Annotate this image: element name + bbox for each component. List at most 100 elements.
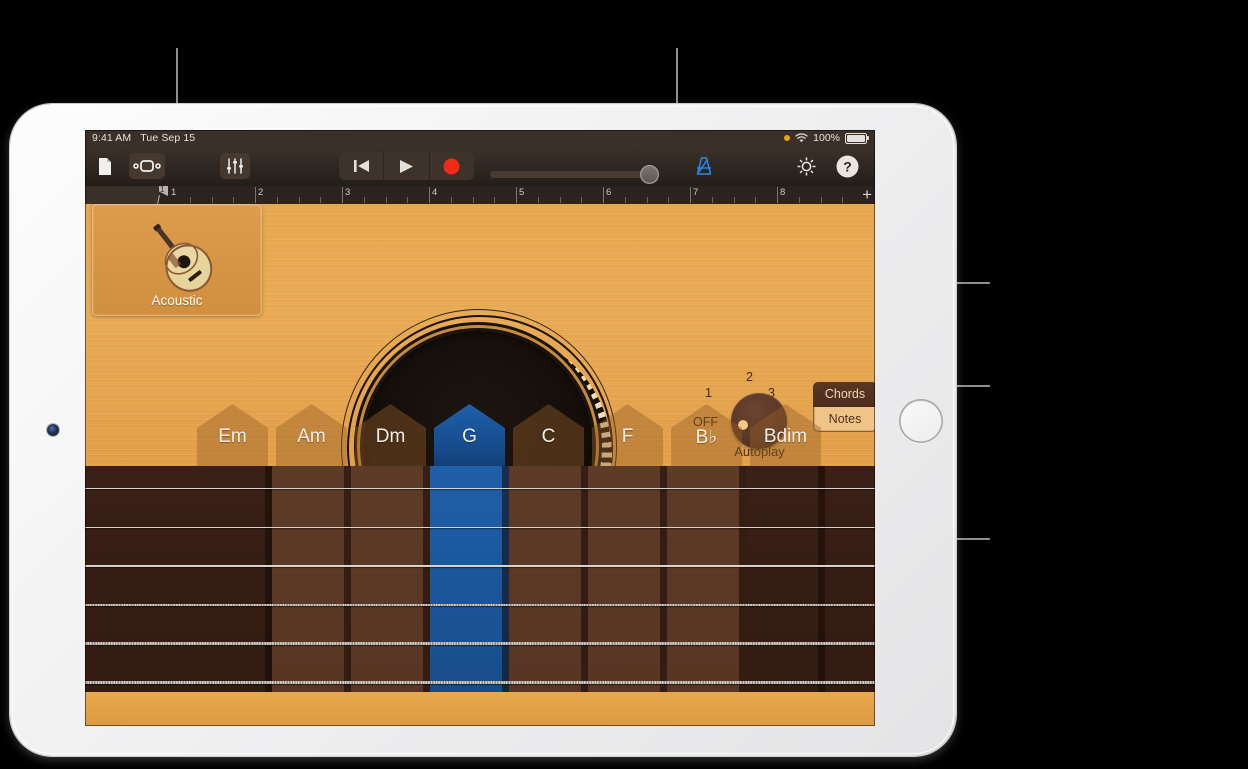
ruler-major-tick [777,187,778,203]
fret-column-fill [746,466,825,713]
guitar-string[interactable] [85,565,875,568]
instrument-area: Acoustic OFF 1 2 3 4 Autoplay Chords Not… [85,204,875,726]
status-time: 9:41 AM [92,132,132,144]
fret-column[interactable] [193,466,272,726]
instrument-selector[interactable]: Acoustic [92,204,262,316]
status-bar: 9:41 AM Tue Sep 15 100% [85,130,875,146]
track-view-icon[interactable] [129,153,165,179]
ruler-minor-tick [494,197,496,203]
chord-button[interactable]: Am [272,404,351,466]
fret-column-fill [588,466,667,713]
ruler-number: 6 [606,187,612,198]
fret-column-edge [85,466,193,726]
ruler-minor-tick [711,197,713,203]
guitar-string[interactable] [85,680,875,685]
ruler-minor-tick [559,197,561,203]
ruler-minor-tick [385,197,387,203]
document-icon[interactable] [92,153,118,179]
fret-column[interactable] [509,466,588,726]
fret-column-fill [509,466,588,713]
fret-column[interactable] [430,466,509,726]
chord-button-label: Am [297,426,326,447]
rewind-icon[interactable] [339,152,385,180]
ruler-major-tick [690,187,691,203]
play-icon[interactable] [384,152,430,180]
fret-column-edge [825,466,875,726]
chord-button[interactable]: G [430,404,509,466]
add-track-button[interactable]: + [862,186,872,204]
autoplay-position-2[interactable]: 2 [746,370,753,384]
metronome-icon[interactable] [690,153,718,179]
front-camera [47,424,59,436]
fret-column[interactable] [746,466,825,726]
ruler-minor-tick [472,197,474,203]
wifi-icon [795,133,808,143]
ruler-minor-tick [298,197,300,203]
ruler-minor-tick [363,197,365,203]
fret-column-fill [351,466,430,713]
ruler-minor-tick [233,197,235,203]
fret-column[interactable] [588,466,667,726]
help-icon[interactable]: ? [833,153,861,179]
autoplay-position-1[interactable]: 1 [705,386,712,400]
chord-button[interactable]: Dm [351,404,430,466]
fret-column-fill [193,466,272,713]
fret-divider [265,466,272,713]
fret-divider [581,466,588,713]
ruler-major-tick [342,187,343,203]
timeline-ruler[interactable]: 1 2 3 4 5 6 7 8 1 + [85,186,875,204]
guitar-string[interactable] [85,488,875,490]
volume-slider-knob[interactable] [640,165,659,184]
chord-button-label: C [541,426,556,447]
status-date: Tue Sep 15 [140,132,196,144]
mixer-sliders-icon[interactable] [220,153,250,179]
ruler-minor-tick [820,197,822,203]
chord-button[interactable]: Bdim [746,404,825,466]
guitar-string[interactable] [85,603,875,607]
toolbar: ? [85,146,875,186]
fret-column-fill [667,466,746,713]
chord-strip: Em Am Dm G C F B♭ Bdim [85,404,875,466]
ruler-head [85,186,159,204]
ruler-number: 3 [345,187,351,198]
ruler-minor-tick [646,197,648,203]
home-button[interactable] [899,399,943,443]
playhead-marker[interactable]: 1 [157,186,168,204]
ruler-minor-tick [276,197,278,203]
chord-button-label: Bdim [763,426,808,447]
ruler-major-tick [429,187,430,203]
transport-controls [339,152,474,180]
gear-icon[interactable] [792,153,820,179]
ruler-minor-tick [798,197,800,203]
svg-text:?: ? [843,158,852,174]
guitar-string[interactable] [85,642,875,646]
fret-divider [818,466,825,713]
ruler-number: 7 [693,187,699,198]
volume-slider[interactable] [490,171,650,178]
ruler-minor-tick [842,197,844,203]
ruler-minor-tick [624,197,626,203]
chord-button[interactable]: B♭ [667,404,746,466]
chord-button-label: Dm [375,426,406,447]
ruler-major-tick [603,187,604,203]
chord-button[interactable]: C [509,404,588,466]
fret-column[interactable] [667,466,746,726]
acoustic-guitar-icon [153,223,213,292]
chord-button-label: F [621,426,634,447]
ruler-minor-tick [320,197,322,203]
fret-divider [502,466,509,713]
fret-divider [739,466,746,713]
chord-button[interactable]: F [588,404,667,466]
guitar-string[interactable] [85,526,875,529]
fret-column-fill [430,466,509,713]
battery-percent: 100% [813,132,840,144]
chord-button-label: Em [218,426,247,447]
fret-column-fill [825,466,875,713]
fret-column[interactable] [272,466,351,726]
fret-column[interactable] [351,466,430,726]
ruler-minor-tick [189,197,191,203]
record-icon[interactable] [430,152,474,180]
chord-button[interactable]: Em [193,404,272,466]
ruler-minor-tick [407,197,409,203]
fretboard [85,466,875,726]
